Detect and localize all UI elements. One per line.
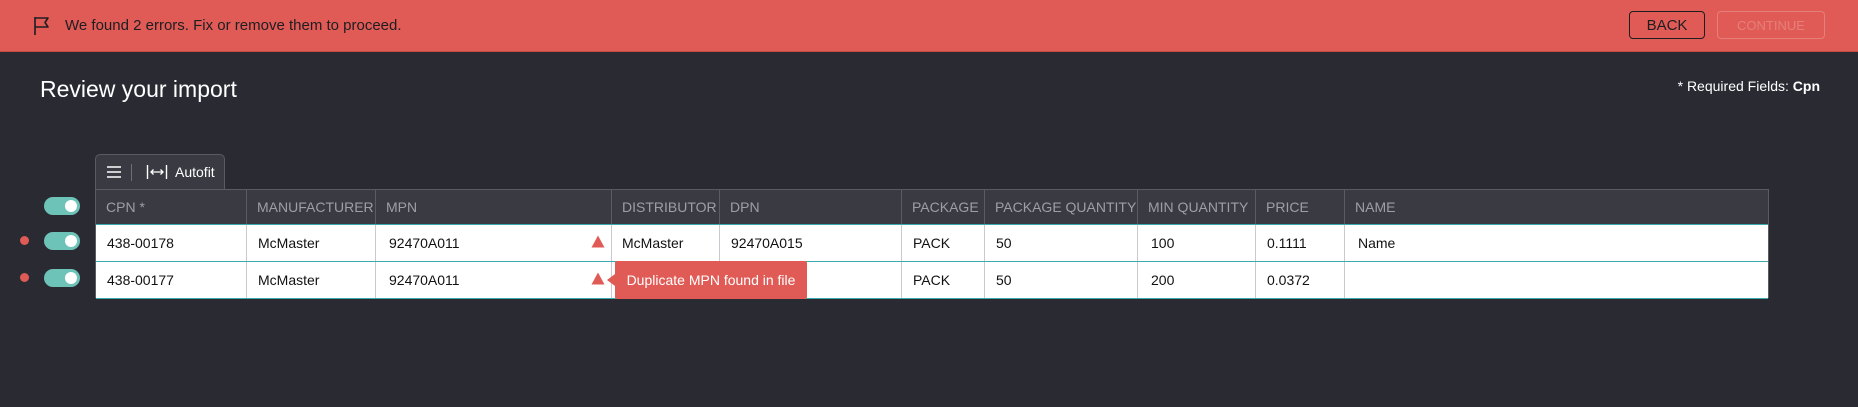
- cell-package-quantity[interactable]: 50: [985, 225, 1138, 261]
- column-header-package[interactable]: PACKAGE: [902, 190, 985, 224]
- table-row: 438-00178 McMaster 92470A011 McMaster 92…: [96, 224, 1768, 261]
- column-header-manufacturer[interactable]: MANUFACTURER: [247, 190, 376, 224]
- select-all-toggle[interactable]: [44, 197, 80, 215]
- error-message: We found 2 errors. Fix or remove them to…: [65, 17, 402, 34]
- toolbar-divider: [131, 164, 132, 181]
- column-header-name[interactable]: NAME: [1345, 190, 1768, 224]
- row-toggle[interactable]: [44, 232, 80, 250]
- column-header-price[interactable]: PRICE: [1256, 190, 1345, 224]
- flag-icon: [34, 17, 49, 35]
- column-header-dpn[interactable]: DPN: [720, 190, 902, 224]
- continue-button[interactable]: CONTINUE: [1717, 11, 1825, 39]
- cell-price[interactable]: 0.0372: [1256, 262, 1345, 298]
- back-button[interactable]: BACK: [1629, 11, 1705, 39]
- tooltip-arrow: [607, 274, 615, 286]
- row-error-dot: [20, 273, 29, 282]
- cell-price[interactable]: 0.1111: [1256, 225, 1345, 261]
- column-header-mpn[interactable]: MPN: [376, 190, 612, 224]
- cell-package[interactable]: PACK: [902, 262, 985, 298]
- cell-mpn[interactable]: 92470A011: [376, 225, 612, 261]
- required-fields-value: Cpn: [1792, 78, 1820, 94]
- cell-min-quantity[interactable]: 100: [1138, 225, 1256, 261]
- cell-name[interactable]: [1345, 262, 1768, 298]
- column-header-package-quantity[interactable]: PACKAGE QUANTITY: [985, 190, 1138, 224]
- error-banner: We found 2 errors. Fix or remove them to…: [0, 0, 1858, 52]
- required-fields-note: * Required Fields: Cpn: [1678, 78, 1820, 94]
- column-header-cpn[interactable]: CPN *: [96, 190, 247, 224]
- cell-package[interactable]: PACK: [902, 225, 985, 261]
- cell-package-quantity[interactable]: 50: [985, 262, 1138, 298]
- grid-toolbar: Autofit: [95, 154, 225, 189]
- row-error-dot: [20, 236, 29, 245]
- grid-header: CPN * MANUFACTURER MPN DISTRIBUTOR DPN P…: [96, 190, 1768, 224]
- autofit-icon[interactable]: [146, 164, 168, 180]
- row-toggle[interactable]: [44, 269, 80, 287]
- import-grid: CPN * MANUFACTURER MPN DISTRIBUTOR DPN P…: [95, 189, 1769, 299]
- cell-name[interactable]: Name: [1345, 225, 1768, 261]
- menu-icon[interactable]: [106, 165, 122, 179]
- table-row: 438-00177 McMaster 92470A011 PACK 50 200…: [96, 261, 1768, 299]
- warning-icon[interactable]: [591, 272, 605, 285]
- autofit-button[interactable]: Autofit: [175, 164, 215, 180]
- cell-cpn[interactable]: 438-00177: [96, 262, 247, 298]
- cell-distributor[interactable]: McMaster: [612, 225, 720, 261]
- column-header-min-quantity[interactable]: MIN QUANTITY: [1138, 190, 1256, 224]
- cell-cpn[interactable]: 438-00178: [96, 225, 247, 261]
- column-header-distributor[interactable]: DISTRIBUTOR: [612, 190, 720, 224]
- warning-icon[interactable]: [591, 235, 605, 248]
- cell-manufacturer[interactable]: McMaster: [247, 262, 376, 298]
- page-title: Review your import: [40, 76, 237, 102]
- cell-min-quantity[interactable]: 200: [1138, 262, 1256, 298]
- cell-mpn[interactable]: 92470A011: [376, 262, 612, 298]
- error-tooltip: Duplicate MPN found in file: [615, 261, 807, 299]
- required-fields-prefix: * Required Fields:: [1677, 78, 1789, 94]
- cell-dpn[interactable]: 92470A015: [720, 225, 902, 261]
- cell-manufacturer[interactable]: McMaster: [247, 225, 376, 261]
